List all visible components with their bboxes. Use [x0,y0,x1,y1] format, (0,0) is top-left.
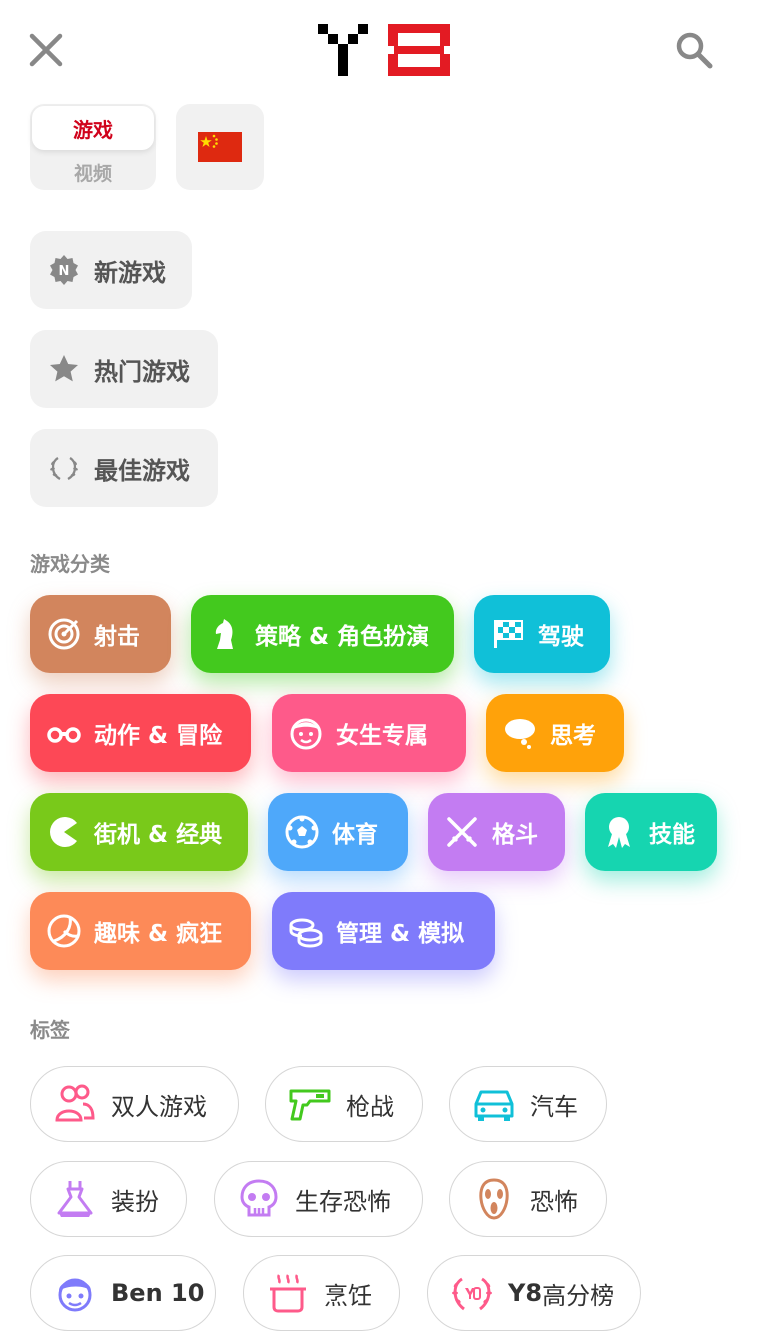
category-strategy-rpg[interactable]: 策略 & 角色扮演 [191,595,454,673]
tag-label: 汽车 [530,1092,578,1121]
tag-label: Ben 10 [111,1279,205,1307]
tag-label-bold: Y8 [508,1279,543,1307]
tag-dress-up[interactable]: 装扮 [30,1161,187,1237]
boy-face-icon [53,1271,97,1315]
games-tab[interactable]: 游戏 [32,106,154,150]
category-label: 街机 & 经典 [94,822,223,848]
search-icon[interactable] [674,30,714,70]
binoculars-icon [46,715,82,751]
categories-title: 游戏分类 [30,552,110,576]
tag-label: 高分榜 [542,1281,615,1310]
tag-horror[interactable]: 恐怖 [449,1161,607,1237]
cooking-pot-icon [266,1271,310,1315]
tag-label: 双人游戏 [111,1092,207,1121]
category-girls[interactable]: 女生专属 [272,694,466,772]
soccer-ball-icon [284,814,320,850]
scream-mask-icon [472,1177,516,1221]
pacman-icon [46,814,82,850]
tag-two-player[interactable]: 双人游戏 [30,1066,239,1142]
category-label: 策略 & 角色扮演 [255,624,430,650]
close-icon[interactable] [26,30,66,70]
coins-icon [288,913,324,949]
award-ribbon-icon [601,814,637,850]
trophy-laurel-icon [450,1271,494,1315]
new-badge-icon: N [48,254,80,286]
category-shooting[interactable]: 射击 [30,595,171,673]
content-type-switcher: 游戏 视频 [30,104,156,190]
tag-shooting[interactable]: 枪战 [265,1066,423,1142]
category-management-simulation[interactable]: 管理 & 模拟 [272,892,495,970]
dress-icon [53,1177,97,1221]
category-arcade-classic[interactable]: 街机 & 经典 [30,793,248,871]
tag-label: 恐怖 [530,1187,578,1216]
tag-label: 装扮 [111,1187,159,1216]
hot-games-button[interactable]: 热门游戏 [30,330,218,408]
tag-survival-horror[interactable]: 生存恐怖 [214,1161,423,1237]
chess-knight-icon [207,616,243,652]
tag-cooking[interactable]: 烹饪 [243,1255,400,1331]
category-label: 体育 [332,822,378,848]
car-icon [472,1082,516,1126]
category-label: 动作 & 冒险 [94,723,223,749]
videos-tab[interactable]: 视频 [30,152,156,192]
best-games-label: 最佳游戏 [94,456,190,485]
category-skill[interactable]: 技能 [585,793,717,871]
beach-ball-icon [46,913,82,949]
category-fun-crazy[interactable]: 趣味 & 疯狂 [30,892,251,970]
target-icon [46,616,82,652]
tag-car[interactable]: 汽车 [449,1066,607,1142]
language-button[interactable] [176,104,264,190]
category-label: 女生专属 [336,723,428,749]
category-label: 驾驶 [538,624,584,650]
girl-face-icon [288,715,324,751]
tags-title: 标签 [30,1018,70,1042]
svg-text:N: N [59,264,70,279]
category-action-adventure[interactable]: 动作 & 冒险 [30,694,251,772]
two-players-icon [53,1082,97,1126]
category-fighting[interactable]: 格斗 [428,793,565,871]
category-label: 趣味 & 疯狂 [94,921,223,947]
category-label: 思考 [550,723,596,749]
star-icon [48,353,80,385]
category-label: 格斗 [492,822,538,848]
pistol-icon [288,1082,332,1126]
new-games-button[interactable]: N 新游戏 [30,231,192,309]
category-thinking[interactable]: 思考 [486,694,624,772]
crossed-swords-icon [444,814,480,850]
new-games-label: 新游戏 [94,258,166,287]
category-label: 射击 [94,624,140,650]
tag-label: 烹饪 [324,1281,372,1310]
tag-label: 枪战 [346,1092,394,1121]
category-label: 管理 & 模拟 [336,921,465,947]
category-driving[interactable]: 驾驶 [474,595,610,673]
thought-bubble-icon [502,715,538,751]
best-games-button[interactable]: 最佳游戏 [30,429,218,507]
skull-icon [237,1177,281,1221]
tag-label: 生存恐怖 [295,1187,391,1216]
laurel-icon [48,452,80,484]
tag-ben-10[interactable]: Ben 10 [30,1255,216,1331]
hot-games-label: 热门游戏 [94,357,190,386]
china-flag-icon [198,132,242,162]
y8-logo[interactable] [318,20,452,80]
tag-y8-highscore[interactable]: Y8 高分榜 [427,1255,641,1331]
category-sports[interactable]: 体育 [268,793,408,871]
checkered-flag-icon [490,616,526,652]
category-label: 技能 [649,822,695,848]
